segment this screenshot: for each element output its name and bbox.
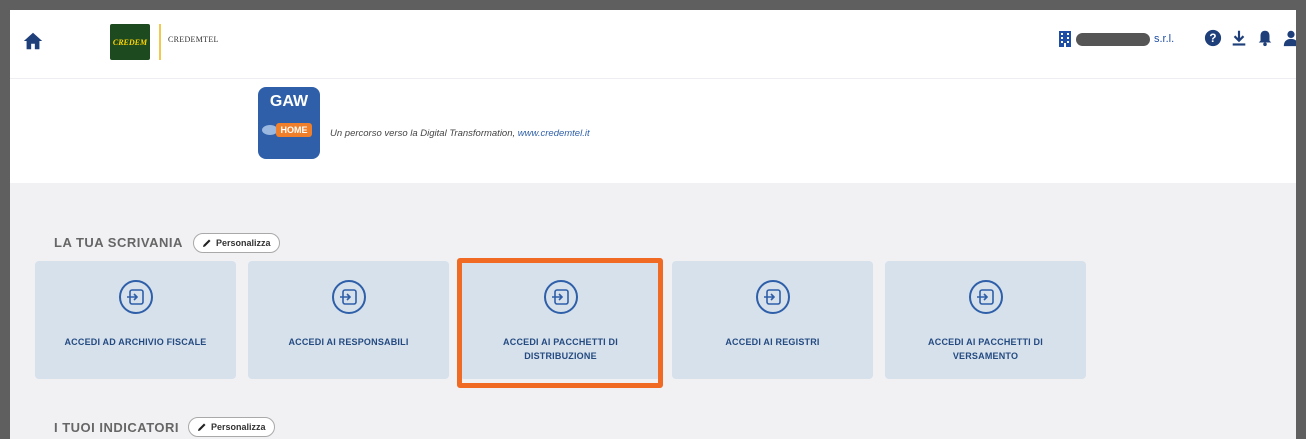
gaw-logo-home: HOME — [276, 123, 312, 137]
tagline-text: Un percorso verso la Digital Transformat… — [330, 128, 518, 139]
enter-icon — [118, 280, 153, 314]
company-name: s.r.l. — [1154, 33, 1175, 45]
customize-indicators-button[interactable]: Personalizza — [188, 417, 275, 437]
tagline: Un percorso verso la Digital Transformat… — [330, 128, 590, 139]
enter-icon — [968, 280, 1003, 314]
enter-icon — [755, 280, 790, 314]
card-label: ACCEDI AI PACCHETTI DI DISTRIBUZIONE — [503, 337, 618, 361]
enter-icon — [331, 280, 366, 314]
enter-icon — [543, 280, 578, 314]
credem-logo: CREDEM — [110, 24, 150, 60]
card-responsabili[interactable]: ACCEDI AI RESPONSABILI — [248, 261, 449, 379]
help-icon[interactable]: ? — [1204, 29, 1222, 47]
indicators-title: I TUOI INDICATORI — [54, 420, 180, 435]
company-selector[interactable]: s.r.l. — [1058, 30, 1174, 48]
customize-desk-button[interactable]: Personalizza — [193, 233, 280, 253]
credemtel-link[interactable]: www.credemtel.it — [518, 128, 590, 139]
card-pacchetti-distribuzione[interactable]: ACCEDI AI PACCHETTI DI DISTRIBUZIONE — [460, 261, 661, 379]
svg-text:?: ? — [1209, 32, 1216, 45]
card-archivio-fiscale[interactable]: ACCEDI AD ARCHIVIO FISCALE — [35, 261, 236, 379]
bell-icon[interactable] — [1256, 29, 1274, 47]
download-icon[interactable] — [1230, 29, 1248, 47]
app-window: CREDEM CREDEMTEL s.r.l. ? GAW HOME Un pe… — [10, 10, 1296, 439]
redacted-company-name — [1076, 32, 1150, 46]
home-icon[interactable] — [22, 30, 44, 52]
top-icons: ? — [1204, 29, 1296, 47]
card-label: ACCEDI AI REGISTRI — [725, 337, 820, 347]
main-content: LA TUA SCRIVANIA Personalizza ACCEDI AD … — [10, 183, 1296, 439]
top-bar: CREDEM CREDEMTEL s.r.l. ? — [10, 10, 1296, 78]
card-pacchetti-versamento[interactable]: ACCEDI AI PACCHETTI DI VERSAMENTO — [885, 261, 1086, 379]
logo-divider — [159, 24, 161, 60]
customize-desk-label: Personalizza — [216, 238, 271, 248]
desk-title: LA TUA SCRIVANIA — [54, 235, 183, 250]
brand-name: CREDEMTEL — [168, 35, 219, 44]
pencil-icon — [198, 423, 206, 431]
card-label: ACCEDI AD ARCHIVIO FISCALE — [64, 337, 207, 347]
gaw-logo-title: GAW — [269, 93, 309, 110]
card-registri[interactable]: ACCEDI AI REGISTRI — [672, 261, 873, 379]
gaw-home-logo: GAW HOME — [258, 87, 320, 159]
card-label: ACCEDI AI RESPONSABILI — [288, 337, 409, 347]
pencil-icon — [203, 239, 211, 247]
card-label: ACCEDI AI PACCHETTI DI VERSAMENTO — [928, 337, 1043, 361]
user-icon[interactable] — [1282, 29, 1296, 47]
banner: GAW HOME Un percorso verso la Digital Tr… — [10, 78, 1296, 183]
customize-indicators-label: Personalizza — [211, 422, 266, 432]
building-icon — [1059, 31, 1071, 47]
